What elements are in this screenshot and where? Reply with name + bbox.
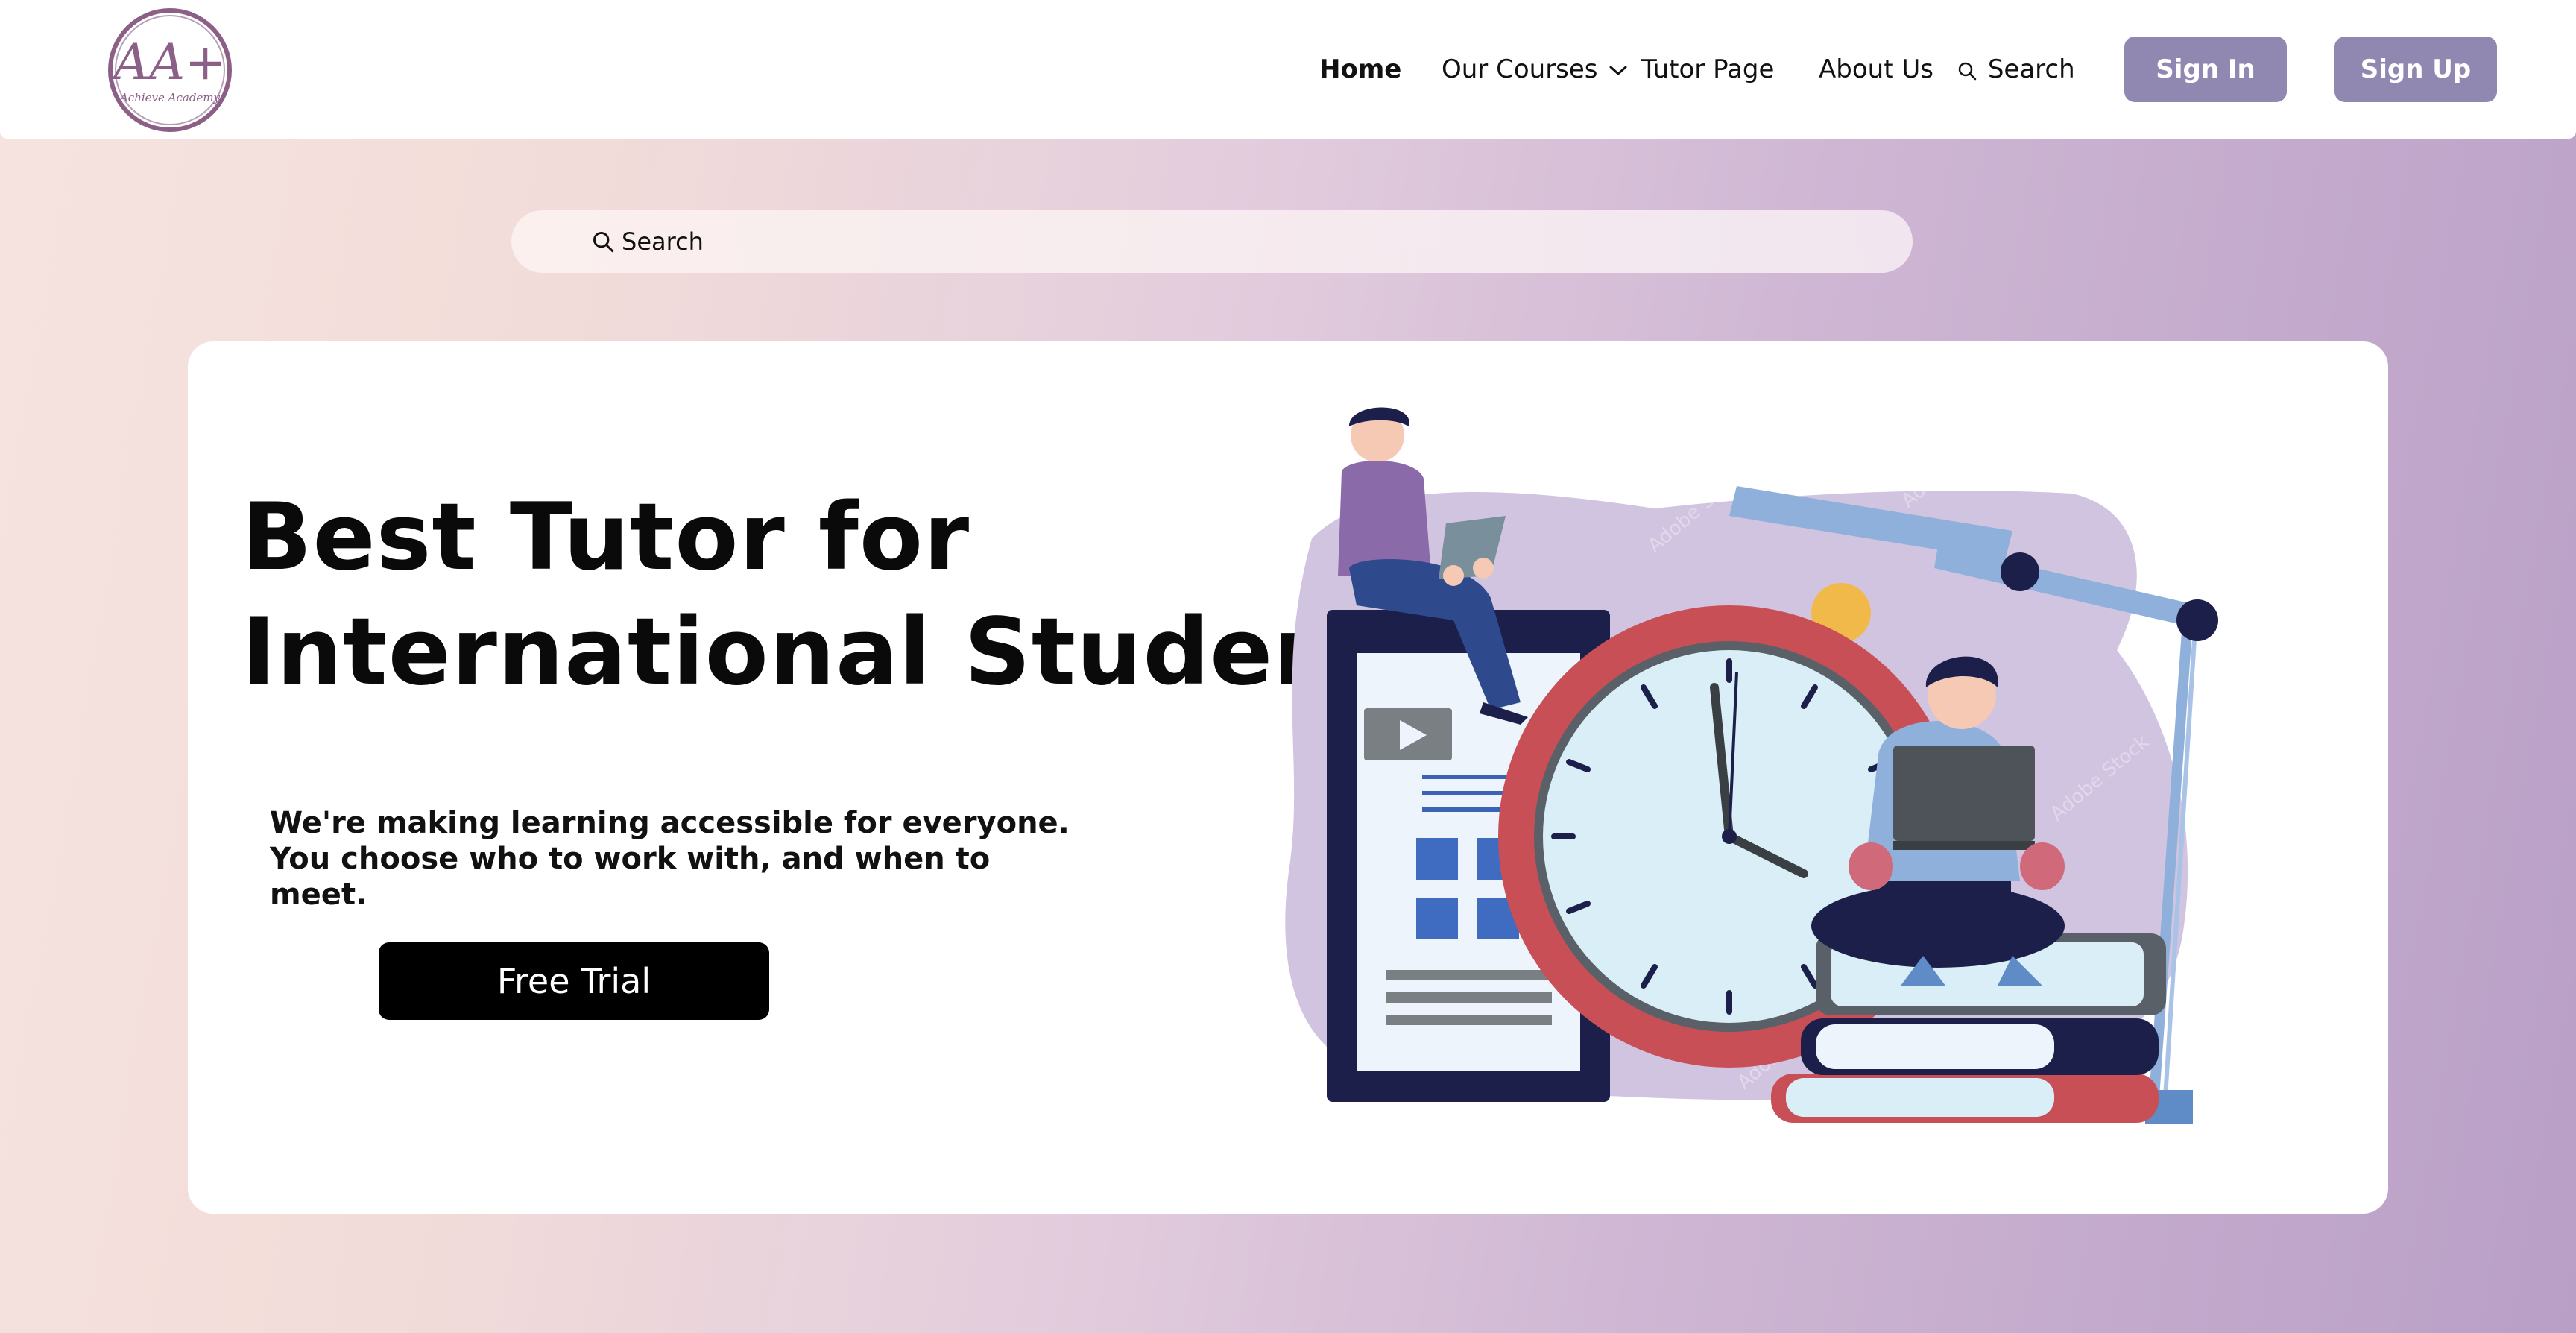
hero-title: Best Tutor for International Student	[242, 480, 1385, 710]
nav-search-link[interactable]: Search	[1957, 52, 2075, 86]
logo-subtext: Achieve Academy	[119, 91, 221, 104]
free-trial-button[interactable]: Free Trial	[379, 942, 769, 1020]
nav-our-courses-dropdown[interactable]: Our Courses	[1442, 52, 1628, 86]
hero-title-line-1: Best Tutor for	[242, 484, 970, 591]
search-input[interactable]: Search	[511, 210, 1913, 273]
nav-about-us-link[interactable]: About Us	[1819, 52, 1933, 86]
search-icon	[593, 232, 614, 253]
chevron-down-icon	[1609, 66, 1627, 75]
sign-up-button[interactable]: Sign Up	[2334, 37, 2497, 102]
top-navigation-bar: AA+ Achieve Academy Home Our Courses Tut…	[0, 0, 2576, 139]
search-icon	[1958, 62, 1977, 80]
nav-our-courses-label: Our Courses	[1442, 54, 1598, 84]
hero-card: Best Tutor for International Student We'…	[188, 341, 2388, 1214]
logo-text: AA+	[110, 34, 227, 91]
search-placeholder: Search	[622, 227, 704, 256]
nav-search-label: Search	[1987, 54, 2075, 84]
nav-tutor-page-link[interactable]: Tutor Page	[1641, 52, 1774, 86]
hero-title-line-2: International Student	[242, 599, 1385, 706]
brand-logo[interactable]: AA+ Achieve Academy	[104, 4, 236, 136]
sign-in-button[interactable]: Sign In	[2124, 37, 2287, 102]
hero-subtitle: We're making learning accessible for eve…	[270, 806, 1070, 912]
nav-home-link[interactable]: Home	[1319, 52, 1401, 86]
hero-illustration: Adobe Stock Adobe Stock Adobe Stock Adob…	[1285, 407, 2218, 1124]
